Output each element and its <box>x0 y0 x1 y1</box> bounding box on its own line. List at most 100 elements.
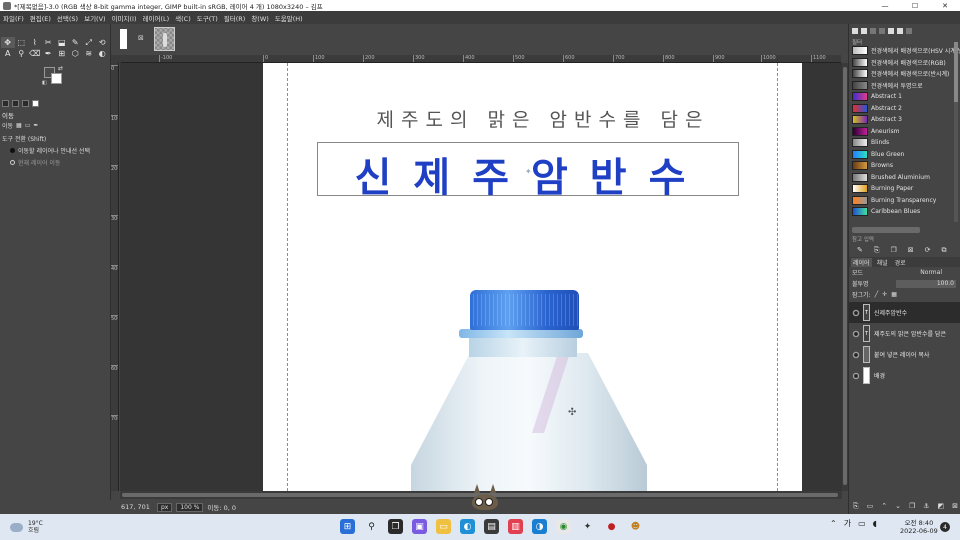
ruler-corner[interactable] <box>111 55 121 63</box>
store-icon[interactable]: ▤ <box>484 519 499 534</box>
radio-active-layer[interactable]: 현재 레이어 이동 <box>10 158 108 167</box>
layer-name[interactable]: 신제주암반수 <box>874 308 907 317</box>
taskbar-clock[interactable]: 오전 8:40 2022-06-09 <box>900 519 938 535</box>
lock-alpha-icon[interactable]: ▦ <box>891 291 897 298</box>
smudge-tool-icon[interactable]: ≋ <box>82 48 96 59</box>
close-button[interactable]: ✕ <box>930 2 960 10</box>
radio-pick-layer-dot[interactable] <box>10 148 15 153</box>
brush-tool-icon[interactable]: ✒ <box>42 48 56 59</box>
teams-chat-icon[interactable]: ▣ <box>412 519 427 534</box>
delete-layer-icon[interactable]: ⊠ <box>952 502 958 510</box>
gradients-scrollbar[interactable] <box>954 42 958 222</box>
eraser-tool-icon[interactable]: ⌫ <box>28 48 42 59</box>
layer-row[interactable]: T 제주도의 맑은 암반수를 담은 <box>849 323 960 344</box>
delete-gradient-icon[interactable]: ⊠ <box>908 246 914 254</box>
move-selection-mode-icon[interactable]: ▭ <box>25 122 31 129</box>
layer-name[interactable]: 배경 <box>874 371 885 380</box>
transform-tool-icon[interactable]: ⤢ <box>82 37 96 48</box>
gradients-list[interactable]: 전경색에서 배경색으로(HSV 시계 방향) 전경색에서 배경색으로(RGB) … <box>849 45 960 225</box>
move-path-mode-icon[interactable]: ✒ <box>33 122 38 129</box>
move-subtab-label[interactable]: 이동 <box>2 121 13 130</box>
app-icon-dark[interactable]: ● <box>604 519 619 534</box>
undo-history-tab[interactable] <box>22 99 29 107</box>
gradient-item[interactable]: Abstract 1 <box>849 91 960 103</box>
crop-tool-icon[interactable]: ⬓ <box>55 37 69 48</box>
gradients-scroll-thumb[interactable] <box>954 42 958 102</box>
layer-row[interactable]: T 신제주암반수 <box>849 302 960 323</box>
menu-help[interactable]: 도움말(H) <box>275 13 303 23</box>
gradient-item[interactable]: Burning Paper <box>849 183 960 195</box>
tab-channels[interactable]: 채널 <box>875 258 890 267</box>
duplicate-layer-icon[interactable]: ❐ <box>909 502 915 510</box>
menu-tools[interactable]: 도구(T) <box>197 13 218 23</box>
chrome-icon[interactable]: ◉ <box>556 519 571 534</box>
clone-tool-icon[interactable]: ⊞ <box>55 48 69 59</box>
visibility-eye-icon[interactable] <box>852 329 860 338</box>
duplicate-gradient-icon[interactable]: ❐ <box>890 246 896 254</box>
vertical-ruler[interactable]: 0 100 200 300 400 500 600 700 <box>111 63 119 491</box>
task-view-icon[interactable]: ❐ <box>388 519 403 534</box>
brushes-tab-icon[interactable] <box>852 28 858 34</box>
visibility-eye-icon[interactable] <box>852 350 860 359</box>
gradient-item[interactable]: Blue Green <box>849 149 960 161</box>
lock-position-icon[interactable]: ✛ <box>882 291 887 298</box>
menu-filters[interactable]: 필터(R) <box>224 13 246 23</box>
vertical-guide[interactable] <box>287 63 288 491</box>
image-canvas[interactable]: 제주도의 맑은 암반수를 담은 신제주암반수 ✦ ✣ <box>263 63 802 491</box>
volume-icon[interactable]: ◖ <box>873 519 877 528</box>
layer-name[interactable]: 제주도의 맑은 암반수를 담은 <box>874 329 946 338</box>
weather-widget[interactable]: 19°C 흐림 <box>10 520 130 534</box>
tab-paths[interactable]: 경로 <box>893 258 908 267</box>
search-icon[interactable]: ⚲ <box>364 519 379 534</box>
vertical-scroll-thumb[interactable] <box>843 67 847 485</box>
refresh-gradients-icon[interactable]: ⟳ <box>925 246 931 254</box>
menu-edit[interactable]: 편집(E) <box>30 13 51 23</box>
dodge-tool-icon[interactable]: ◐ <box>96 48 110 59</box>
gradients-tag-field[interactable] <box>852 227 920 233</box>
gradient-item[interactable]: Aneurism <box>849 126 960 138</box>
zoom-select[interactable]: 100 % <box>176 502 204 512</box>
gradient-item[interactable]: 전경색에서 배경색으로(RGB) <box>849 57 960 69</box>
gradient-item[interactable]: Abstract 3 <box>849 114 960 126</box>
close-tab-icon[interactable]: ⊠ <box>138 34 144 42</box>
rotate-tool-icon[interactable]: ⟲ <box>96 37 110 48</box>
pencil-tool-icon[interactable]: ✎ <box>69 37 83 48</box>
tray-overflow-icon[interactable]: ⌃ <box>830 519 837 528</box>
image-tab-thumbnail-1[interactable] <box>120 29 127 49</box>
gradient-item[interactable]: Browns <box>849 160 960 172</box>
menu-windows[interactable]: 창(W) <box>251 13 268 23</box>
unit-select[interactable]: px <box>157 502 173 512</box>
minimize-button[interactable]: — <box>870 2 900 10</box>
swap-colors-icon[interactable]: ⇄ <box>58 65 63 72</box>
dynamics-tab-icon[interactable] <box>897 28 903 34</box>
lock-pixels-icon[interactable]: ╱ <box>875 291 879 298</box>
gradient-item[interactable]: Brushed Aluminium <box>849 172 960 184</box>
gradient-item[interactable]: Abstract 2 <box>849 103 960 115</box>
start-windows-icon[interactable]: ⊞ <box>340 519 355 534</box>
gradient-item[interactable]: 전경색에서 투명으로 <box>849 80 960 92</box>
mask-layer-icon[interactable]: ◩ <box>938 502 945 510</box>
new-layer-icon[interactable]: ⎘ <box>853 502 859 511</box>
document-tab-icon[interactable] <box>906 28 912 34</box>
open-as-image-icon[interactable]: ⧉ <box>942 246 947 255</box>
keyboard-ime-icon[interactable]: 가 <box>844 518 851 529</box>
menu-image[interactable]: 이미지(I) <box>112 13 137 23</box>
gradient-item[interactable]: Caribbean Blues <box>849 206 960 218</box>
text-tool-icon[interactable]: A <box>1 48 15 59</box>
visibility-eye-icon[interactable] <box>852 308 860 317</box>
layer-row[interactable]: 배경 <box>849 365 960 386</box>
mode-select[interactable]: Normal <box>920 269 942 276</box>
maximize-button[interactable]: ☐ <box>900 2 930 10</box>
menu-view[interactable]: 보기(V) <box>84 13 105 23</box>
horizontal-ruler[interactable]: -100 0 100 200 300 400 500 600 700 800 9… <box>121 55 841 63</box>
lasso-tool-icon[interactable]: ⌇ <box>28 37 42 48</box>
file-explorer-icon[interactable]: ▭ <box>436 519 451 534</box>
scissors-tool-icon[interactable]: ✂ <box>42 37 56 48</box>
gradient-item[interactable]: Burning Transparency <box>849 195 960 207</box>
app-icon-character[interactable]: ☻ <box>628 519 643 534</box>
default-colors-icon[interactable]: ◧ <box>42 80 47 86</box>
lower-layer-icon[interactable]: ⌄ <box>895 502 901 510</box>
gradient-item[interactable]: 전경색에서 배경색으로(반시계) <box>849 68 960 80</box>
gradient-item[interactable]: 전경색에서 배경색으로(HSV 시계 방향) <box>849 45 960 57</box>
raise-layer-icon[interactable]: ⌃ <box>881 502 887 510</box>
